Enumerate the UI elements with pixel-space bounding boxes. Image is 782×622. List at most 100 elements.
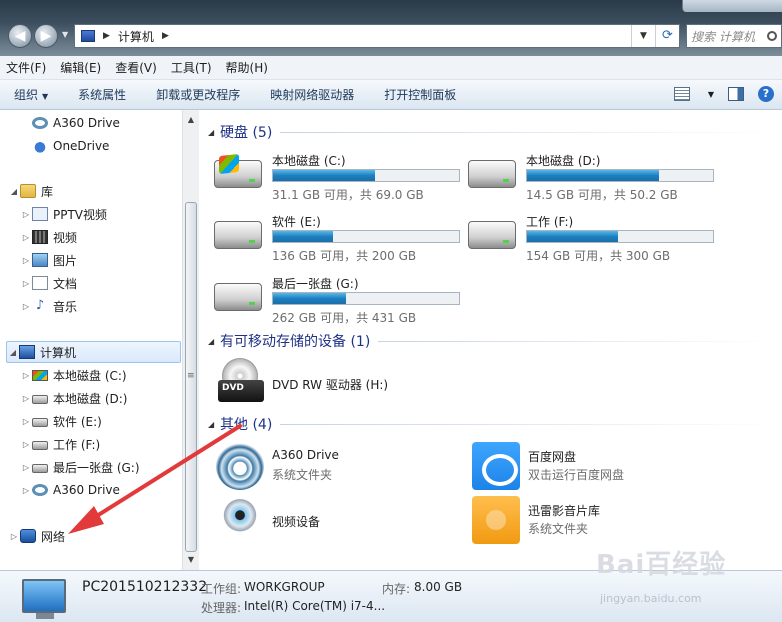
window-controls[interactable] (682, 0, 782, 12)
sidebar-item-music[interactable]: ▷ ♪ 音乐 (20, 295, 77, 317)
collapse-triangle-icon[interactable]: ▷ (20, 440, 32, 449)
drive-usage-bar (526, 230, 714, 243)
group-collapse-icon[interactable]: ◢ (208, 337, 220, 346)
sidebar-item-a360[interactable]: A360 Drive (20, 112, 120, 134)
drive-tile[interactable]: 软件 (E:) 136 GB 可用，共 200 GB (200, 209, 460, 267)
dvd-drive-tile[interactable]: DVD DVD RW 驱动器 (H:) (200, 358, 450, 416)
collapse-triangle-icon[interactable]: ▷ (20, 486, 32, 495)
help-icon[interactable]: ? (758, 86, 774, 102)
sidebar-item-network[interactable]: ▷ 网络 (8, 525, 65, 547)
content-pane: ◢ 硬盘 (5) 本地磁盘 (C:) 31.1 GB 可用，共 69.0 GB … (200, 110, 782, 570)
sidebar-item-computer[interactable]: ◢ 计算机 (6, 341, 181, 363)
xunlei-library-icon (472, 496, 520, 544)
group-title: 有可移动存储的设备 (1) (220, 334, 371, 350)
refresh-icon[interactable]: ⟳ (655, 25, 679, 47)
menu-file[interactable]: 文件(F) (6, 59, 46, 76)
menu-help[interactable]: 帮助(H) (226, 59, 268, 76)
hard-drive-icon (468, 160, 516, 188)
group-collapse-icon[interactable]: ◢ (208, 128, 220, 137)
item-name: 百度网盘 (528, 450, 577, 464)
sidebar-item-library[interactable]: ◢ 库 (8, 180, 53, 202)
map-network-drive-button[interactable]: 映射网络驱动器 (270, 86, 354, 103)
collapse-triangle-icon[interactable]: ▷ (20, 394, 32, 403)
drive-usage-bar (272, 169, 460, 182)
hard-drive-icon (32, 464, 48, 473)
drive-tile[interactable]: 本地磁盘 (C:) 31.1 GB 可用，共 69.0 GB (200, 148, 460, 206)
a360-icon (32, 484, 48, 496)
organize-label: 组织 (14, 88, 39, 102)
menu-tools[interactable]: 工具(T) (171, 59, 212, 76)
collapse-triangle-icon[interactable]: ▷ (20, 210, 32, 219)
hard-drive-icon (468, 221, 516, 249)
monitor-icon (22, 579, 66, 613)
sidebar-item-label: PPTV视频 (53, 207, 108, 222)
other-item-xunlei[interactable]: 迅雷影音片库 系统文件夹 (456, 496, 706, 548)
preview-pane-icon[interactable] (728, 87, 744, 101)
breadcrumb-chevron-icon[interactable]: ▶ (162, 31, 169, 41)
collapse-triangle-icon[interactable]: ▷ (20, 233, 32, 242)
drive-tile[interactable]: 本地磁盘 (D:) 14.5 GB 可用，共 50.2 GB (454, 148, 714, 206)
group-header-other[interactable]: ◢ 其他 (4) (208, 414, 778, 434)
breadcrumb-separator-icon[interactable]: ▶ (103, 31, 110, 41)
computer-icon (81, 30, 95, 42)
group-header-hdd[interactable]: ◢ 硬盘 (5) (208, 122, 778, 142)
film-icon (32, 230, 48, 244)
sidebar-item-pptv[interactable]: ▷ PPTV视频 (20, 203, 107, 225)
sidebar-item-label: 计算机 (40, 345, 77, 360)
sidebar-item-drive-c[interactable]: ▷ 本地磁盘 (C:) (20, 364, 127, 386)
drive-space-info: 154 GB 可用，共 300 GB (526, 249, 671, 263)
system-properties-button[interactable]: 系统属性 (78, 86, 126, 103)
sidebar-item-documents[interactable]: ▷ 文档 (20, 272, 77, 294)
drive-tile[interactable]: 最后一张盘 (G:) 262 GB 可用，共 431 GB (200, 271, 460, 329)
other-item-baidu[interactable]: 百度网盘 双击运行百度网盘 (456, 442, 706, 494)
scroll-up-icon[interactable]: ▲ (183, 112, 199, 128)
collapse-triangle-icon[interactable]: ▷ (20, 371, 32, 380)
memory-label: 内存: (382, 582, 411, 596)
history-dropdown-icon[interactable]: ▼ (62, 30, 68, 39)
group-header-removable[interactable]: ◢ 有可移动存储的设备 (1) (208, 331, 778, 351)
item-name: 视频设备 (272, 515, 321, 529)
collapse-triangle-icon[interactable]: ▷ (20, 417, 32, 426)
computer-name: PC201510212332 (82, 579, 208, 595)
change-view-icon[interactable] (673, 87, 690, 101)
sidebar-item-onedrive[interactable]: OneDrive (20, 135, 109, 157)
back-button[interactable]: ◀ (8, 24, 32, 48)
hard-drive-icon (32, 395, 48, 404)
organize-button[interactable]: 组织 ▼ (14, 86, 48, 103)
uninstall-program-button[interactable]: 卸载或更改程序 (156, 86, 240, 103)
collapse-triangle-icon[interactable]: ▷ (20, 302, 32, 311)
drive-usage-bar (272, 230, 460, 243)
menu-edit[interactable]: 编辑(E) (60, 59, 101, 76)
view-options-chevron-icon[interactable]: ▼ (708, 90, 714, 99)
expand-triangle-icon[interactable]: ◢ (8, 187, 20, 196)
drive-name: 软件 (E:) (272, 215, 321, 229)
collapse-triangle-icon[interactable]: ▷ (8, 532, 20, 541)
sidebar-item-label: A360 Drive (53, 116, 120, 130)
collapse-triangle-icon[interactable]: ▷ (20, 463, 32, 472)
workgroup-value: WORKGROUP (244, 580, 325, 594)
forward-button[interactable]: ▶ (34, 24, 58, 48)
open-control-panel-button[interactable]: 打开控制面板 (384, 86, 456, 103)
computer-icon (19, 345, 35, 359)
search-input[interactable]: 搜索 计算机 (691, 28, 755, 45)
address-dropdown-icon[interactable]: ▼ (631, 25, 655, 47)
scroll-down-icon[interactable]: ▼ (183, 552, 199, 568)
collapse-triangle-icon[interactable]: ▷ (20, 279, 32, 288)
search-box[interactable]: 搜索 计算机 (686, 24, 782, 48)
picture-icon (32, 253, 48, 267)
sidebar-item-label: 文档 (53, 276, 78, 291)
sidebar-item-video[interactable]: ▷ 视频 (20, 226, 77, 248)
workgroup-label: 工作组: (201, 582, 242, 596)
drive-tile[interactable]: 工作 (F:) 154 GB 可用，共 300 GB (454, 209, 714, 267)
drive-space-info: 31.1 GB 可用，共 69.0 GB (272, 188, 424, 202)
pptv-icon (32, 207, 48, 221)
breadcrumb-computer[interactable]: 计算机 (118, 28, 154, 45)
sidebar-item-pictures[interactable]: ▷ 图片 (20, 249, 77, 271)
collapse-triangle-icon[interactable]: ▷ (20, 256, 32, 265)
search-icon[interactable] (767, 31, 777, 41)
expand-triangle-icon[interactable]: ◢ (7, 348, 19, 357)
menu-view[interactable]: 查看(V) (115, 59, 157, 76)
sidebar-item-drive-d[interactable]: ▷ 本地磁盘 (D:) (20, 387, 128, 409)
address-bar[interactable]: ▶ 计算机 ▶ ▼ ⟳ (74, 24, 680, 48)
a360-icon (32, 117, 48, 129)
